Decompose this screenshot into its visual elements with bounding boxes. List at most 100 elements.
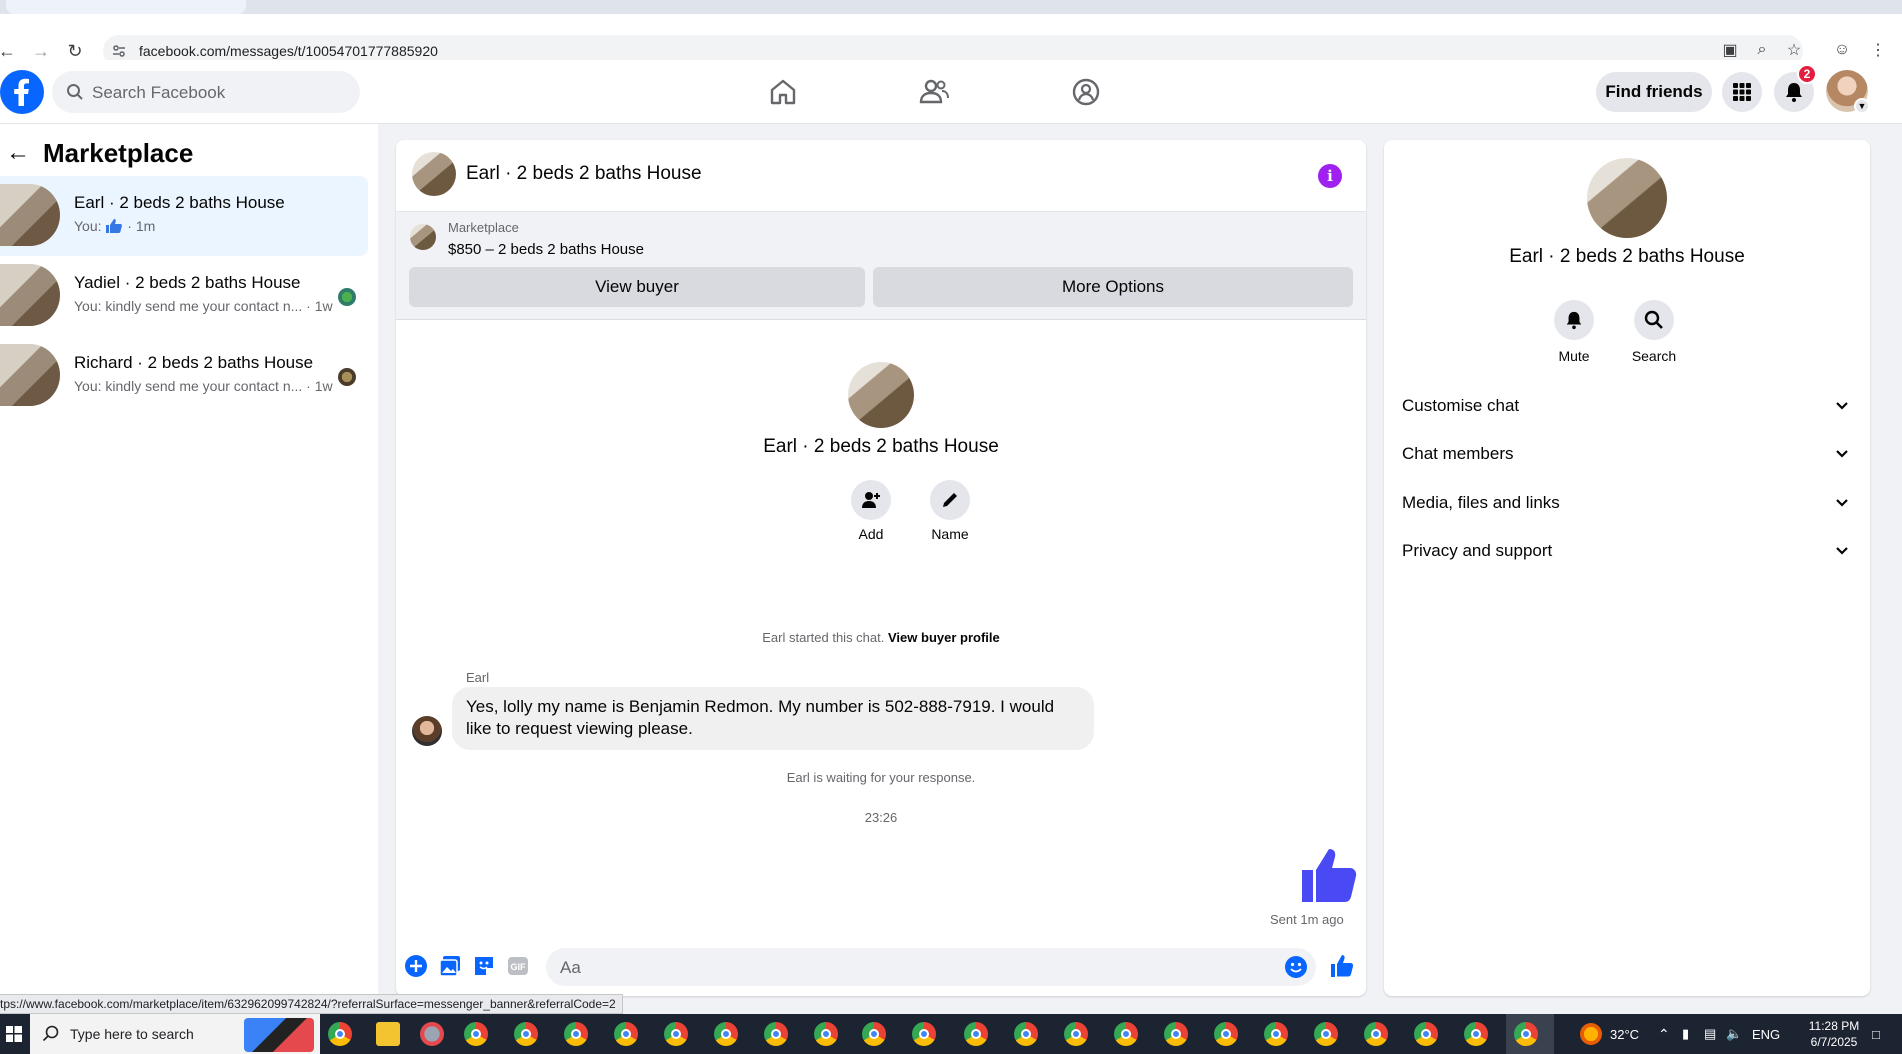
search-conversation-button[interactable]: Search (1622, 300, 1686, 364)
find-friends-button[interactable]: Find friends (1596, 72, 1712, 112)
app-icon[interactable] (420, 1022, 444, 1046)
view-buyer-button[interactable]: View buyer (409, 267, 865, 307)
sticker-icon[interactable] (472, 954, 496, 978)
forward-icon[interactable]: → (30, 40, 52, 62)
file-explorer-icon[interactable] (376, 1022, 400, 1046)
zoom-icon[interactable]: ⌕ (1750, 38, 1774, 62)
like-icon (106, 219, 123, 233)
menu-grid-button[interactable] (1722, 72, 1762, 112)
incoming-message[interactable]: Yes, lolly my name is Benjamin Redmon. M… (452, 687, 1094, 750)
chrome-icon[interactable] (664, 1022, 688, 1046)
profile-icon[interactable]: ☺ (1830, 38, 1854, 62)
facebook-logo-icon[interactable] (0, 70, 44, 114)
info-icon[interactable]: i (1318, 164, 1342, 188)
chrome-center (1371, 1029, 1381, 1039)
listing-price[interactable]: $850 – 2 beds 2 baths House (448, 241, 644, 258)
site-info-icon[interactable] (111, 43, 127, 59)
mute-button[interactable]: Mute (1542, 300, 1606, 364)
chrome-icon[interactable] (1464, 1022, 1488, 1046)
chrome-icon[interactable] (714, 1022, 738, 1046)
add-label: Add (858, 526, 884, 542)
message-composer: GIF Aa (396, 940, 1366, 996)
reload-icon[interactable]: ↻ (64, 40, 86, 62)
chrome-center (671, 1029, 681, 1039)
network-icon[interactable]: ▤ (1704, 1014, 1716, 1054)
listing-thumbnail[interactable] (410, 224, 436, 250)
friends-icon[interactable] (918, 76, 950, 108)
info-avatar[interactable] (1587, 158, 1667, 238)
chrome-icon[interactable] (464, 1022, 488, 1046)
chrome-icon[interactable] (814, 1022, 838, 1046)
conversation-item[interactable]: Earl · 2 beds 2 baths House You: · 1m (0, 176, 368, 256)
sender-avatar[interactable] (412, 716, 442, 746)
browser-tab[interactable] (6, 0, 246, 14)
like-button-icon[interactable] (1330, 954, 1354, 978)
language-indicator[interactable]: ENG (1752, 1014, 1780, 1054)
chat-avatar[interactable] (412, 152, 456, 196)
chrome-icon[interactable] (1114, 1022, 1138, 1046)
chrome-center (1121, 1029, 1131, 1039)
chrome-center (471, 1029, 481, 1039)
chrome-icon[interactable] (328, 1022, 352, 1046)
view-buyer-profile-link[interactable]: View buyer profile (888, 630, 1000, 645)
install-app-icon[interactable]: ▣ (1718, 38, 1742, 62)
chrome-icon[interactable] (1164, 1022, 1188, 1046)
windows-start-icon[interactable] (0, 1014, 28, 1054)
groups-icon[interactable] (1070, 76, 1102, 108)
chrome-icon[interactable] (1014, 1022, 1038, 1046)
chrome-icon[interactable] (564, 1022, 588, 1046)
gif-icon[interactable]: GIF (506, 954, 530, 978)
volume-icon[interactable]: 🔈 (1726, 1014, 1742, 1054)
home-icon[interactable] (767, 76, 799, 108)
taskbar-search-input[interactable]: Type here to search (30, 1014, 320, 1054)
back-arrow-icon[interactable]: ← (6, 141, 30, 165)
chrome-icon[interactable] (1364, 1022, 1388, 1046)
notification-center-icon[interactable]: □ (1872, 1014, 1880, 1054)
emoji-icon[interactable] (1284, 955, 1308, 979)
section-title: Media, files and links (1402, 493, 1560, 512)
battery-icon[interactable]: ▮ (1682, 1014, 1689, 1054)
conversation-name: Yadiel · 2 beds 2 baths House (74, 273, 301, 292)
chrome-icon[interactable] (1514, 1022, 1538, 1046)
chat-members-section[interactable]: Chat members (1402, 434, 1852, 474)
chrome-icon[interactable] (1214, 1022, 1238, 1046)
add-people-button[interactable]: Add (841, 480, 901, 542)
customise-chat-section[interactable]: Customise chat (1402, 386, 1852, 426)
chat-title[interactable]: Earl · 2 beds 2 baths House (466, 163, 702, 185)
chrome-icon[interactable] (1064, 1022, 1088, 1046)
chat-header: Earl · 2 beds 2 baths House i (396, 140, 1366, 212)
account-avatar[interactable]: ▼ (1826, 70, 1870, 114)
bookmark-star-icon[interactable]: ☆ (1782, 38, 1806, 62)
media-files-links-section[interactable]: Media, files and links (1402, 483, 1852, 523)
browser-menu-icon[interactable]: ⋮ (1866, 38, 1890, 62)
chrome-center (1521, 1029, 1531, 1039)
chrome-center (621, 1029, 631, 1039)
chrome-icon[interactable] (862, 1022, 886, 1046)
chrome-icon[interactable] (764, 1022, 788, 1046)
preview-text: You: (74, 218, 106, 234)
back-icon[interactable]: ← (0, 40, 18, 62)
chrome-icon[interactable] (912, 1022, 936, 1046)
chrome-icon[interactable] (614, 1022, 638, 1046)
chrome-icon[interactable] (964, 1022, 988, 1046)
chevron-down-icon (1836, 450, 1848, 458)
system-clock[interactable]: 11:28 PM 6/7/2025 (1804, 1018, 1864, 1050)
name-chat-button[interactable]: Name (920, 480, 980, 542)
search-highlight-image[interactable] (244, 1018, 314, 1052)
conversation-item[interactable]: Yadiel · 2 beds 2 baths House You: kindl… (0, 256, 368, 336)
message-input[interactable]: Aa (546, 948, 1316, 986)
show-hidden-icons[interactable]: ⌃ (1658, 1014, 1670, 1054)
privacy-support-section[interactable]: Privacy and support (1402, 531, 1852, 571)
chrome-icon[interactable] (514, 1022, 538, 1046)
chrome-icon[interactable] (1314, 1022, 1338, 1046)
weather-widget[interactable]: 32°C (1580, 1014, 1639, 1054)
search-input[interactable]: Search Facebook (52, 71, 360, 113)
plus-circle-icon[interactable] (404, 954, 428, 978)
browser-tab[interactable] (256, 0, 1896, 14)
conversation-item[interactable]: Richard · 2 beds 2 baths House You: kind… (0, 336, 368, 416)
more-options-button[interactable]: More Options (873, 267, 1353, 307)
chrome-icon[interactable] (1414, 1022, 1438, 1046)
photo-icon[interactable] (438, 954, 462, 978)
chrome-icon[interactable] (1264, 1022, 1288, 1046)
sent-like-icon[interactable] (1300, 846, 1358, 904)
